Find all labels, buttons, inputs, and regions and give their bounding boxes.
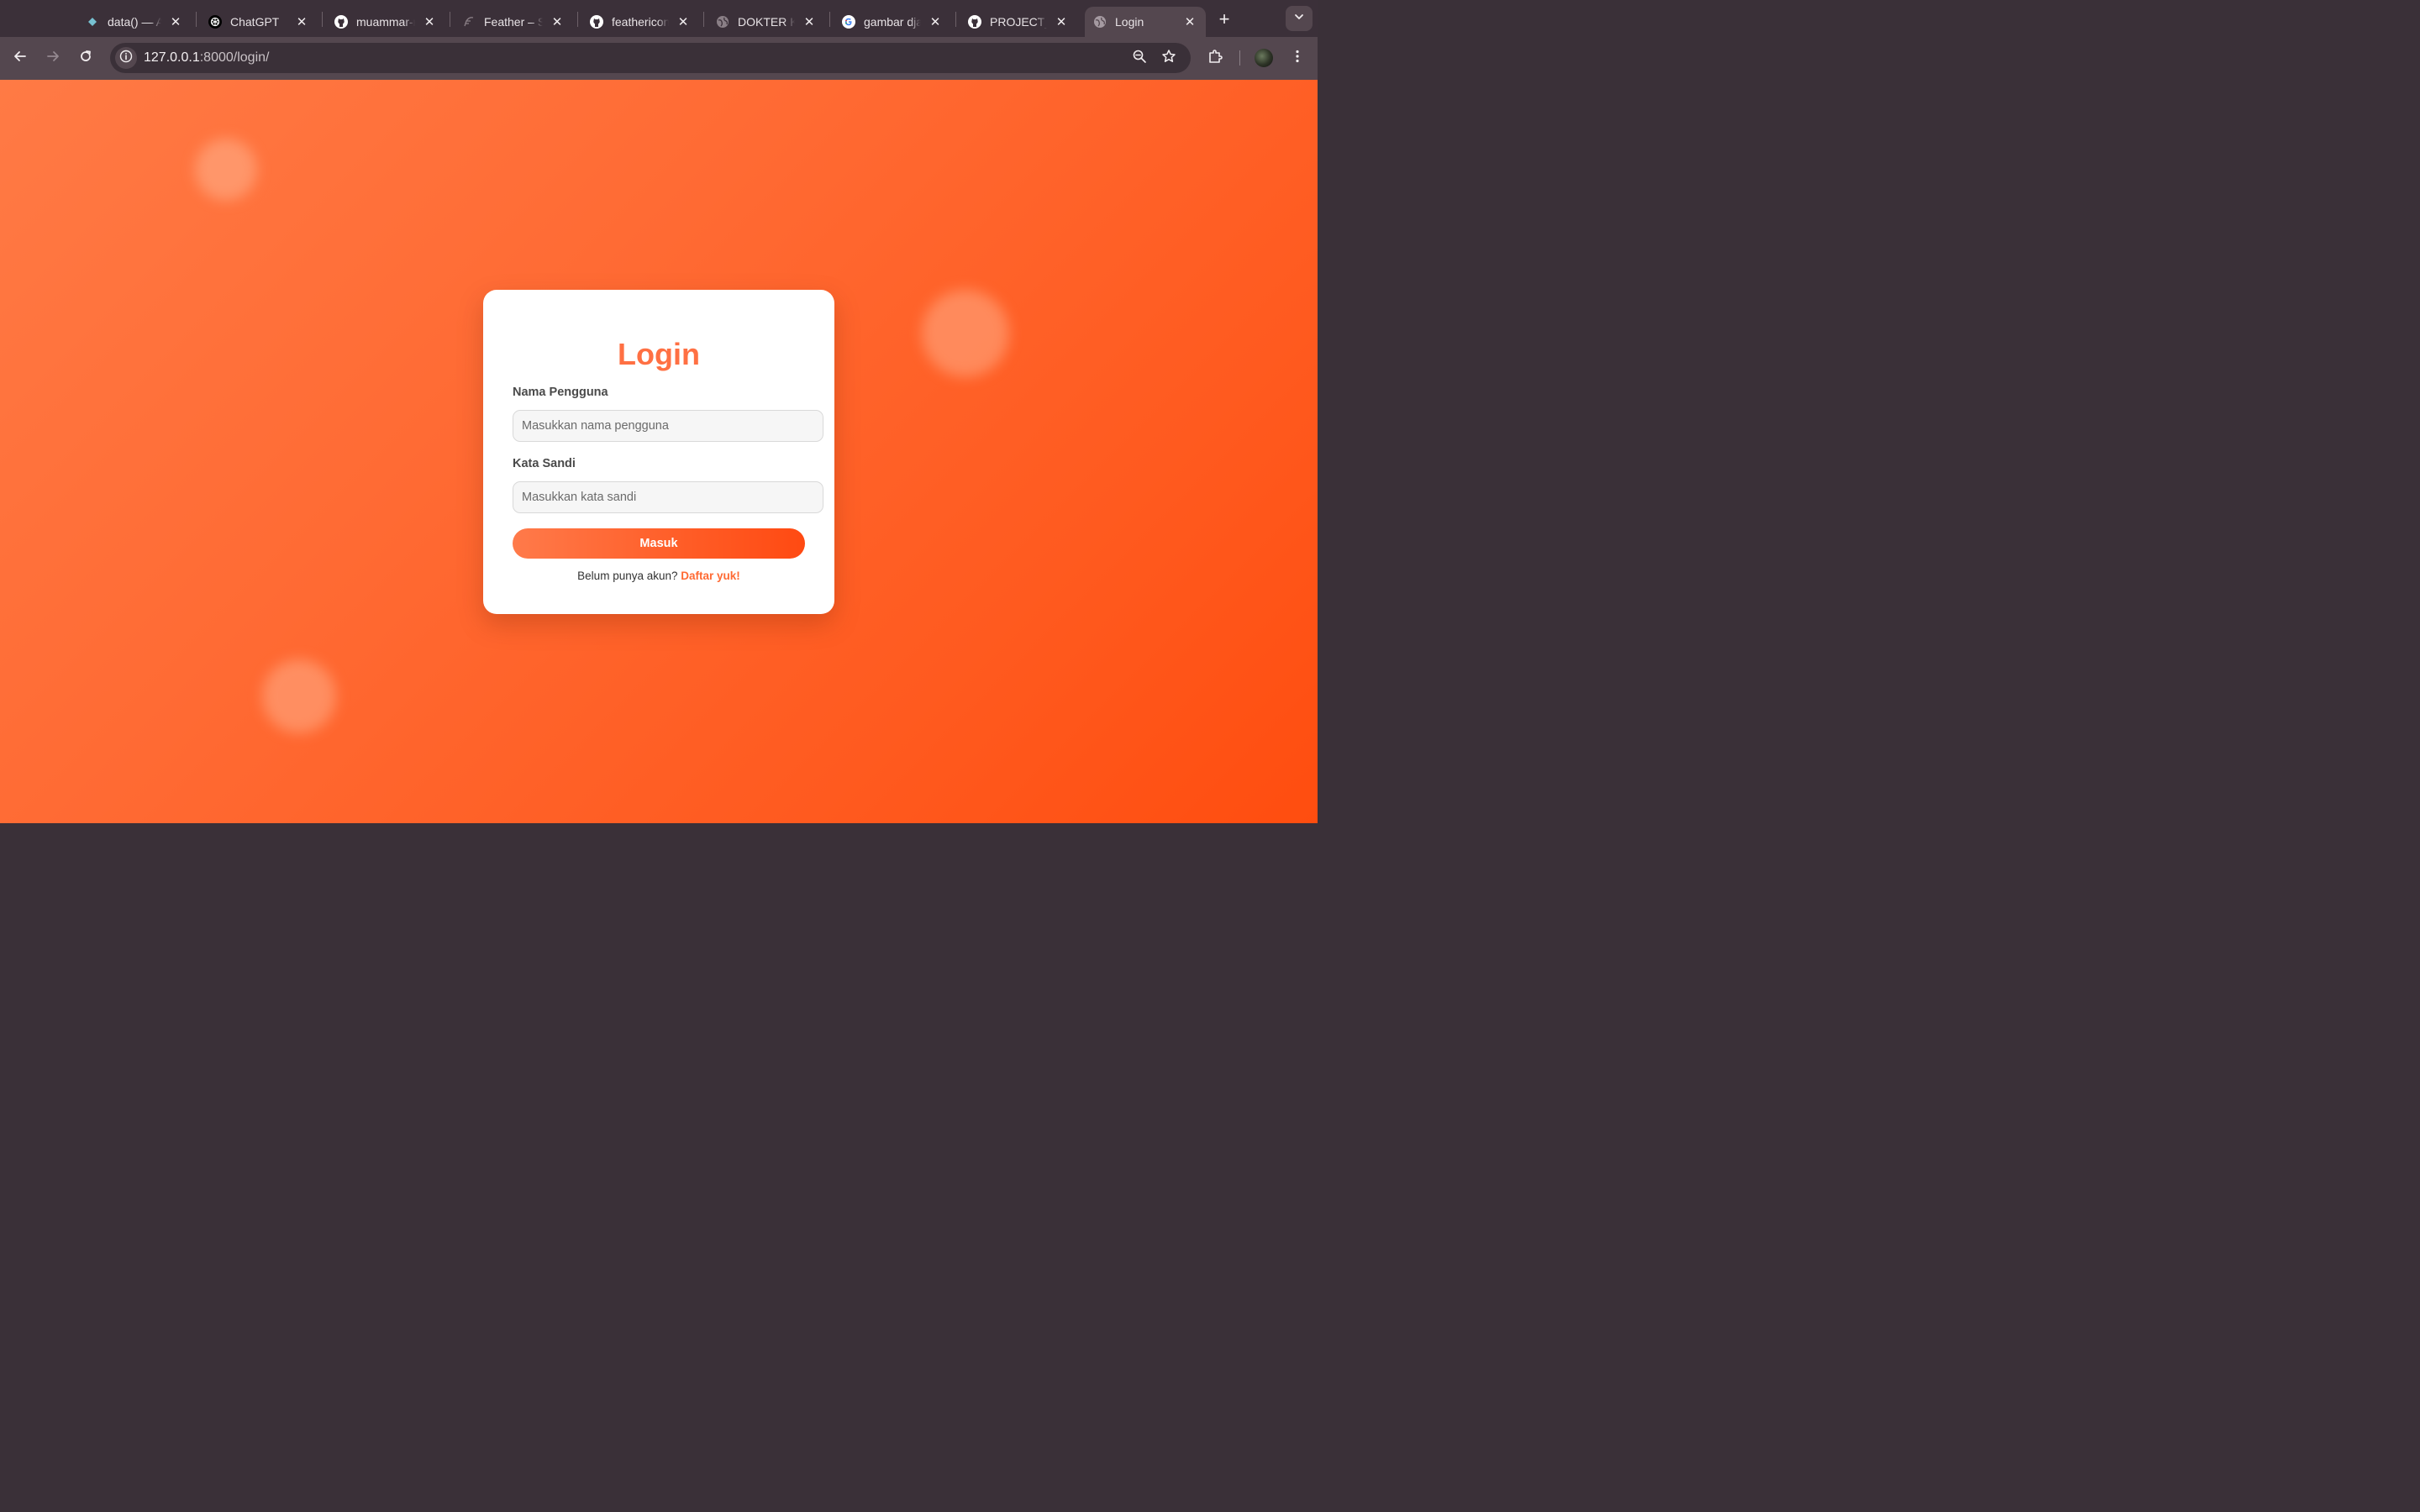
arrow-left-icon — [13, 49, 28, 68]
login-title: Login — [618, 337, 700, 371]
close-icon[interactable]: ✕ — [550, 14, 565, 29]
tab-google[interactable]: gambar djan ✕ — [834, 7, 951, 37]
tab-feather[interactable]: Feather – Si ✕ — [454, 7, 573, 37]
tab-title: Feather – Si — [484, 15, 543, 29]
close-icon[interactable]: ✕ — [294, 14, 309, 29]
forward-button[interactable] — [42, 47, 64, 69]
close-icon[interactable]: ✕ — [168, 14, 183, 29]
close-icon[interactable]: ✕ — [802, 14, 817, 29]
profile-avatar[interactable] — [1255, 49, 1273, 67]
tab-title: Login — [1115, 15, 1144, 29]
tab-separator — [703, 12, 704, 27]
login-card: Login Nama Pengguna Kata Sandi Masuk Bel… — [483, 290, 834, 614]
url-path: :8000/login/ — [199, 50, 270, 65]
login-page: Login Nama Pengguna Kata Sandi Masuk Bel… — [0, 80, 1318, 823]
site-info-button[interactable] — [115, 47, 137, 69]
tab-separator — [322, 12, 323, 27]
chevron-down-icon — [1293, 11, 1305, 27]
url-text: 127.0.0.1:8000/login/ — [144, 50, 269, 66]
tab-separator — [577, 12, 578, 27]
globe-icon — [716, 15, 729, 29]
tab-title: gambar djan — [864, 15, 921, 29]
tab-title: data() — Alpine.js — [108, 15, 161, 29]
close-icon[interactable]: ✕ — [676, 14, 691, 29]
tab-dokter[interactable]: DOKTER KO ✕ — [708, 7, 825, 37]
tab-github-muammar[interactable]: muammar-r ✕ — [326, 7, 445, 37]
star-icon — [1161, 49, 1176, 68]
chatgpt-icon — [208, 15, 222, 29]
password-label: Kata Sandi — [513, 457, 576, 470]
tab-separator — [829, 12, 830, 27]
decorative-bubble — [922, 290, 1009, 377]
tab-title: muammar-r — [356, 15, 415, 29]
reload-icon — [78, 49, 93, 68]
back-button[interactable] — [9, 47, 31, 69]
address-bar[interactable]: 127.0.0.1:8000/login/ — [110, 43, 1191, 73]
reload-button[interactable] — [75, 47, 97, 69]
close-icon[interactable]: ✕ — [1054, 14, 1069, 29]
username-input[interactable] — [513, 410, 823, 442]
globe-icon — [1093, 15, 1107, 29]
password-input[interactable] — [513, 481, 823, 513]
zoom-out-icon — [1132, 49, 1147, 68]
menu-button[interactable] — [1286, 47, 1308, 69]
tab-search-button[interactable] — [1286, 6, 1313, 31]
signup-prompt: Belum punya akun? — [577, 570, 678, 582]
decorative-bubble — [262, 659, 336, 733]
tab-separator — [955, 12, 956, 27]
new-tab-button[interactable]: + — [1213, 8, 1235, 30]
github-icon — [334, 15, 348, 29]
info-icon — [119, 50, 133, 67]
extensions-button[interactable] — [1204, 47, 1226, 69]
more-vertical-icon — [1290, 49, 1305, 68]
tab-separator — [196, 12, 197, 27]
tab-title: ChatGPT — [230, 15, 280, 29]
tab-title: DOKTER KO — [738, 15, 795, 29]
bookmark-button[interactable] — [1161, 49, 1176, 68]
toolbar-divider — [1239, 50, 1240, 66]
zoom-button[interactable] — [1132, 50, 1147, 66]
arrow-right-icon — [45, 49, 60, 68]
google-icon — [842, 15, 855, 29]
close-icon[interactable]: ✕ — [928, 14, 943, 29]
close-icon[interactable]: ✕ — [1182, 14, 1197, 29]
decorative-bubble — [195, 139, 257, 201]
login-button[interactable]: Masuk — [513, 528, 805, 559]
tab-title: feathericons — [612, 15, 669, 29]
tab-alpine[interactable]: data() — Alpine.js ✕ — [77, 7, 192, 37]
feather-icon — [462, 15, 476, 29]
tab-title: PROJECT_E — [990, 15, 1047, 29]
tab-strip: data() — Alpine.js ✕ ChatGPT ✕ muammar-r… — [0, 0, 1318, 37]
puzzle-icon — [1207, 48, 1223, 69]
tab-login[interactable]: Login ✕ — [1085, 7, 1206, 37]
tab-github-feathericons[interactable]: feathericons ✕ — [581, 7, 699, 37]
github-icon — [968, 15, 981, 29]
signup-prompt-line: Belum punya akun? Daftar yuk! — [483, 570, 834, 582]
browser-toolbar: 127.0.0.1:8000/login/ — [0, 37, 1318, 80]
tab-chatgpt[interactable]: ChatGPT ✕ — [200, 7, 318, 37]
username-label: Nama Pengguna — [513, 386, 608, 399]
close-icon[interactable]: ✕ — [422, 14, 437, 29]
signup-link[interactable]: Daftar yuk! — [681, 570, 740, 582]
url-host: 127.0.0.1 — [144, 50, 200, 65]
github-icon — [590, 15, 603, 29]
tab-github-project[interactable]: PROJECT_E ✕ — [960, 7, 1077, 37]
alpine-icon — [86, 15, 99, 29]
